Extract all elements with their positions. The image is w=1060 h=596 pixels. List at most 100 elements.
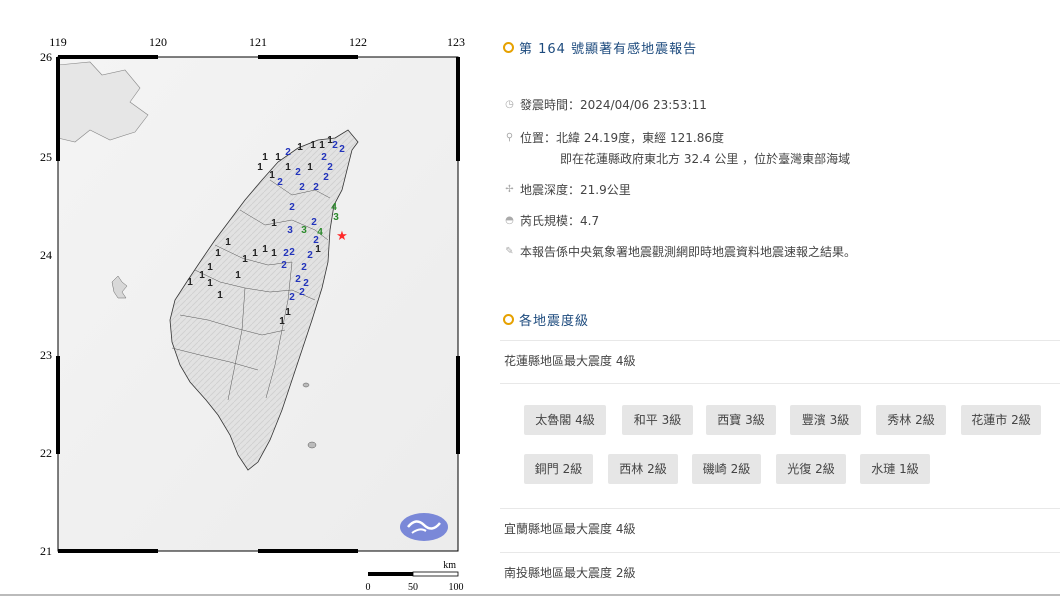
intensity-mark: 1 [275,152,281,163]
location-row: ⚲ 位置：北緯 24.19度，東經 121.86度 [504,129,724,146]
station-chip: 西寶 3級 [706,405,776,435]
lon-label: 120 [149,35,167,49]
intensity-mark: 1 [279,316,285,327]
intensity-map-svg: 119 120 121 122 123 26 25 24 23 22 21 11… [40,35,465,593]
intensity-mark: 1 [307,162,313,173]
intensity-mark: 2 [285,147,291,158]
intensity-mark: 1 [315,244,321,255]
region-nantou[interactable]: 南投縣地區最大震度 2級 [500,552,1060,592]
intensity-mark: 1 [252,248,258,259]
intensity-mark: 1 [285,307,291,318]
intensity-mark: 1 [215,248,221,259]
intensity-mark: 3 [287,225,293,236]
intensity-map: 119 120 121 122 123 26 25 24 23 22 21 11… [30,30,480,596]
intensity-mark: 1 [310,140,316,151]
magnitude-icon: ◓ [505,215,514,226]
intensity-mark: 1 [242,254,248,265]
orchid-island [307,441,317,449]
intensity-mark: 2 [289,247,295,258]
lat-label: 21 [40,544,52,558]
station-chip: 磯崎 2級 [692,454,761,484]
lon-label: 119 [49,35,67,49]
circle-bullet-icon [503,314,514,325]
intensity-mark: 1 [207,262,213,273]
cwa-logo-icon [400,513,448,541]
scale-bar: km 0 50 100 [366,560,464,593]
depth-row: ✢ 地震深度：21.9公里 [504,181,631,198]
intensity-mark: 2 [277,177,283,188]
intensity-mark: 1 [187,277,193,288]
green-island [302,382,310,388]
intensity-mark: 1 [262,152,268,163]
region-hualien[interactable]: 花蓮縣地區最大震度 4級 [500,340,1060,380]
intensity-mark: 2 [295,167,301,178]
intensity-mark: 2 [339,144,345,155]
intensity-mark: 1 [319,140,325,151]
scale-unit: km [443,560,456,571]
intensity-mark: 3 [333,212,339,223]
intensity-mark: 2 [299,287,305,298]
lat-label: 26 [40,50,52,64]
magnitude-row: ◓ 芮氏規模：4.7 [504,212,599,229]
lat-label: 22 [40,446,52,460]
circle-bullet-icon [503,42,514,53]
station-chip: 銅門 2級 [524,454,593,484]
lon-label: 121 [249,35,267,49]
intensity-mark: 1 [257,162,263,173]
scale-label: 50 [408,582,418,593]
intensity-mark: 1 [225,237,231,248]
lon-label: 123 [447,35,465,49]
station-chip: 秀林 2級 [876,405,946,435]
location-text: 位置：北緯 24.19度，東經 121.86度 [520,131,724,145]
intensity-mark: 3 [301,225,307,236]
lat-label: 24 [40,248,52,262]
origin-time-row: ◷ 發震時間：2024/04/06 23:53:11 [504,96,707,113]
intensity-mark: 1 [271,248,277,259]
magnitude-text: 芮氏規模：4.7 [520,214,600,228]
intensity-section-title-text: 各地震度級 [519,314,590,329]
lat-label: 25 [40,150,52,164]
note-text: 本報告係中央氣象署地震觀測網即時地震資料地震速報之結果。 [520,245,857,259]
origin-time-text: 發震時間：2024/04/06 23:53:11 [520,98,707,112]
intensity-mark: 1 [262,244,268,255]
station-chip: 西林 2級 [608,454,678,484]
report-title-text: 第 164 號顯著有感地震報告 [519,42,698,57]
pencil-icon: ✎ [505,246,514,257]
depth-text: 地震深度：21.9公里 [520,183,631,197]
intensity-mark: 2 [299,182,305,193]
intensity-mark: 2 [323,172,329,183]
lon-label: 122 [349,35,367,49]
intensity-mark: 1 [269,170,275,181]
intensity-mark: 1 [297,142,303,153]
lat-label: 23 [40,348,52,362]
report-title: 第 164 號顯著有感地震報告 [503,38,697,57]
scale-label: 100 [449,582,464,593]
clock-icon: ◷ [505,99,514,110]
region-yilan[interactable]: 宜蘭縣地區最大震度 4級 [500,508,1060,548]
station-chip: 花蓮市 2級 [961,405,1041,435]
intensity-mark: 2 [281,260,287,271]
intensity-mark: 2 [332,140,338,151]
station-chip: 豐濱 3級 [790,405,861,435]
scale-label: 0 [366,582,371,593]
report-panel: 第 164 號顯著有感地震報告 ◷ 發震時間：2024/04/06 23:53:… [500,0,1060,596]
intensity-mark: 1 [217,290,223,301]
intensity-mark: 2 [313,182,319,193]
intensity-mark: 1 [271,218,277,229]
intensity-mark: 1 [285,162,291,173]
intensity-mark: 2 [307,250,313,261]
intensity-mark: 2 [295,274,301,285]
station-chip: 太魯閣 4級 [524,405,606,435]
station-chip: 水璉 1級 [860,454,930,484]
intensity-mark: 1 [207,278,213,289]
station-chip: 和平 3級 [622,405,693,435]
location-pin-icon: ⚲ [505,132,514,143]
intensity-mark: 2 [311,217,317,228]
intensity-mark: 1 [235,270,241,281]
region-hualien-stations [500,383,1060,503]
intensity-mark: 2 [283,248,289,259]
epicenter-star-icon: ★ [336,228,348,243]
intensity-mark: 2 [301,262,307,273]
station-chip: 光復 2級 [776,454,846,484]
intensity-mark: 2 [289,202,295,213]
